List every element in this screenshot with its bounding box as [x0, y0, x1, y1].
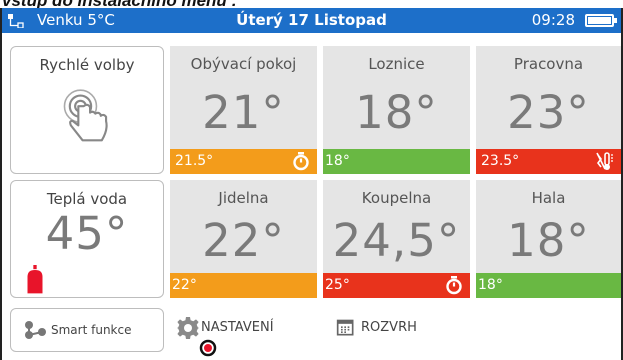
- setpoint-bar: 18°: [476, 273, 621, 298]
- settings-button[interactable]: NASTAVENÍ: [176, 308, 316, 357]
- room-name: Koupelna: [361, 189, 432, 207]
- battery-icon: [585, 14, 617, 27]
- room-temperature: 22°: [202, 214, 285, 267]
- schedule-button[interactable]: ROZVRH: [336, 308, 446, 348]
- setpoint-value: 23.5°: [481, 153, 520, 169]
- no-heating-icon: [596, 152, 613, 170]
- room-tile[interactable]: Koupelna 24,5° 25°: [323, 180, 470, 298]
- stopwatch-icon: [293, 152, 309, 171]
- setpoint-bar: 22°: [170, 273, 317, 298]
- smart-functions-icon: [25, 321, 46, 339]
- outdoor-temperature: Venku 5°C: [37, 11, 115, 29]
- schedule-label: ROZVRH: [361, 320, 417, 335]
- room-temperature: 23°: [507, 86, 590, 139]
- setpoint-bar: 25°: [323, 273, 470, 298]
- room-temperature: 18°: [507, 214, 590, 267]
- room-name: Hala: [531, 189, 566, 207]
- current-time: 09:28: [531, 11, 575, 29]
- setpoint-value: 25°: [325, 277, 350, 293]
- gear-icon: [177, 317, 199, 339]
- caption-text: vstup do instalačního menu :: [2, 0, 237, 8]
- hot-water-tile[interactable]: Teplá voda 45°: [10, 180, 164, 298]
- room-name: Loznice: [368, 55, 425, 73]
- touch-hand-icon: [63, 89, 108, 142]
- room-tile[interactable]: Jidelna 22° 22°: [170, 180, 317, 298]
- setpoint-bar: 23.5°: [476, 149, 621, 174]
- quick-options-label: Rychlé volby: [39, 56, 135, 74]
- room-tile[interactable]: Pracovna 23° 23.5°: [476, 46, 621, 174]
- setpoint-bar: 21.5°: [170, 149, 317, 174]
- room-name: Jidelna: [218, 189, 269, 207]
- room-temperature: 21°: [202, 86, 285, 139]
- status-bar: Venku 5°C Úterý 17 Listopad 09:28: [2, 8, 621, 33]
- setpoint-value: 21.5°: [175, 153, 214, 169]
- room-tile[interactable]: Loznice 18° 18°: [323, 46, 470, 174]
- smart-functions-button[interactable]: Smart funkce: [10, 308, 164, 352]
- room-tile[interactable]: Obývací pokoj 21° 21.5°: [170, 46, 317, 174]
- room-name: Pracovna: [513, 55, 584, 73]
- hot-water-label: Teplá voda: [46, 190, 128, 208]
- quick-options-tile[interactable]: Rychlé volby: [10, 46, 164, 174]
- stopwatch-icon: [446, 276, 462, 295]
- thermostat-screen: Venku 5°C Úterý 17 Listopad 09:28 Rychlé…: [0, 8, 623, 360]
- touch-indicator-icon: [199, 339, 217, 357]
- smart-functions-label: Smart funkce: [51, 323, 132, 337]
- setpoint-value: 18°: [325, 153, 350, 169]
- setpoint-value: 18°: [478, 277, 503, 293]
- room-name: Obývací pokoj: [190, 55, 297, 73]
- water-tank-icon: [27, 265, 43, 294]
- calendar-icon: [336, 319, 354, 336]
- room-temperature: 24,5°: [332, 214, 461, 267]
- setpoint-value: 22°: [172, 277, 197, 293]
- network-icon: [8, 14, 24, 28]
- room-tile[interactable]: Hala 18° 18°: [476, 180, 621, 298]
- settings-label: NASTAVENÍ: [201, 320, 274, 335]
- hot-water-temperature: 45°: [45, 207, 129, 260]
- room-temperature: 18°: [355, 86, 438, 139]
- setpoint-bar: 18°: [323, 149, 470, 174]
